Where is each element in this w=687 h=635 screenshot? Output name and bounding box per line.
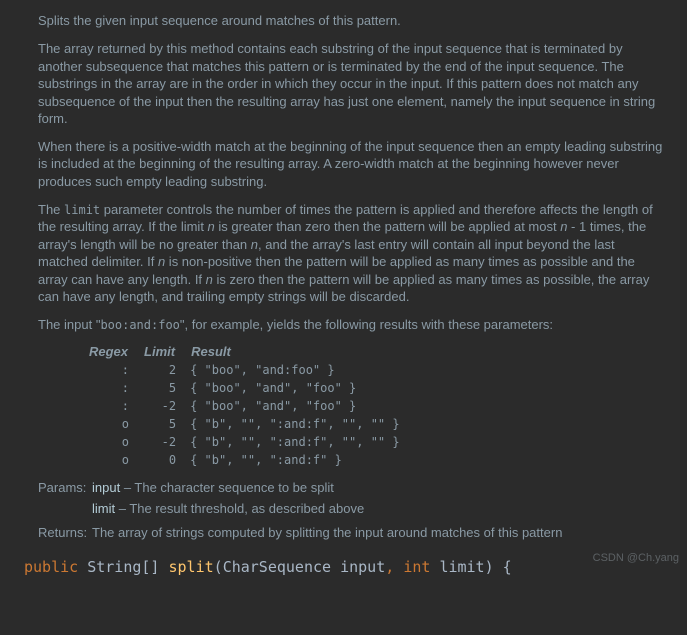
- returns-desc: The array of strings computed by splitti…: [92, 524, 562, 542]
- param-name-input: input: [92, 480, 120, 495]
- table-row: : -2 { "boo", "and", "foo" }: [88, 397, 400, 415]
- text: The input ": [38, 317, 100, 332]
- text: ", for example, yields the following res…: [180, 317, 553, 332]
- keyword-int: int: [403, 558, 430, 576]
- method-name: split: [169, 558, 214, 576]
- cell-limit: -2: [143, 433, 176, 451]
- cell-result: { "boo", "and", "foo" }: [190, 397, 400, 415]
- cell-regex: o: [88, 415, 129, 433]
- method-signature-line: public String[] split(CharSequence input…: [0, 552, 687, 576]
- param-desc-limit: – The result threshold, as described abo…: [115, 501, 364, 516]
- brackets: []: [141, 558, 159, 576]
- table-row: o5 { "b", "", ":and:f", "", "" }: [88, 415, 400, 433]
- cell-regex: :: [88, 397, 129, 415]
- cell-limit: 5: [143, 415, 176, 433]
- type-string: String: [87, 558, 141, 576]
- cell-regex: o: [88, 433, 129, 451]
- cell-result: { "b", "", ":and:f" }: [190, 451, 400, 469]
- arg-input: input: [340, 558, 385, 576]
- summary-paragraph: Splits the given input sequence around m…: [38, 12, 663, 30]
- table-row: :2 { "boo", "and:foo" }: [88, 361, 400, 379]
- code-limit: limit: [64, 203, 100, 217]
- text: The: [38, 202, 64, 217]
- table-row: :5 { "boo", "and", "foo" }: [88, 379, 400, 397]
- table-row: o0 { "b", "", ":and:f" }: [88, 451, 400, 469]
- cell-limit: 2: [143, 361, 176, 379]
- description-paragraph-1: The array returned by this method contai…: [38, 40, 663, 128]
- col-result: Result: [190, 343, 400, 361]
- params-label: Params:: [38, 479, 92, 497]
- cell-limit: -2: [143, 397, 176, 415]
- col-regex: Regex: [88, 343, 129, 361]
- paren-open: (: [214, 558, 223, 576]
- cell-result: { "boo", "and", "foo" }: [190, 379, 400, 397]
- brace-open: {: [503, 558, 512, 576]
- param-desc-input: – The character sequence to be split: [120, 480, 334, 495]
- text: is greater than zero then the pattern wi…: [215, 219, 560, 234]
- results-table: Regex Limit Result :2 { "boo", "and:foo" …: [74, 343, 414, 469]
- cell-limit: 0: [143, 451, 176, 469]
- table-header-row: Regex Limit Result: [88, 343, 400, 361]
- table-row: o -2 { "b", "", ":and:f", "", "" }: [88, 433, 400, 451]
- cell-regex: :: [88, 361, 129, 379]
- var-n: n: [251, 237, 258, 252]
- code-example-input: boo:and:foo: [100, 318, 179, 332]
- params-row-input: Params: input – The character sequence t…: [38, 479, 663, 497]
- watermark: CSDN @Ch.yang: [593, 552, 679, 564]
- cell-regex: :: [88, 379, 129, 397]
- returns-label: Returns:: [38, 524, 92, 542]
- example-intro: The input "boo:and:foo", for example, yi…: [38, 316, 663, 334]
- cell-limit: 5: [143, 379, 176, 397]
- arg-limit: limit: [439, 558, 484, 576]
- javadoc-popup: Splits the given input sequence around m…: [0, 0, 687, 542]
- param-name-limit: limit: [92, 501, 115, 516]
- cell-result: { "b", "", ":and:f", "", "" }: [190, 415, 400, 433]
- var-n: n: [208, 219, 215, 234]
- limit-paragraph: The limit parameter controls the number …: [38, 201, 663, 306]
- keyword-public: public: [24, 558, 78, 576]
- type-charsequence: CharSequence: [223, 558, 331, 576]
- params-row-limit: limit – The result threshold, as describ…: [38, 500, 663, 518]
- cell-result: { "boo", "and:foo" }: [190, 361, 400, 379]
- col-limit: Limit: [143, 343, 176, 361]
- comma: ,: [385, 558, 394, 576]
- cell-regex: o: [88, 451, 129, 469]
- returns-row: Returns: The array of strings computed b…: [38, 524, 663, 542]
- cell-result: { "b", "", ":and:f", "", "" }: [190, 433, 400, 451]
- paren-close: ): [485, 558, 494, 576]
- description-paragraph-2: When there is a positive-width match at …: [38, 138, 663, 191]
- params-label-empty: [38, 500, 92, 518]
- var-n: n: [206, 272, 213, 287]
